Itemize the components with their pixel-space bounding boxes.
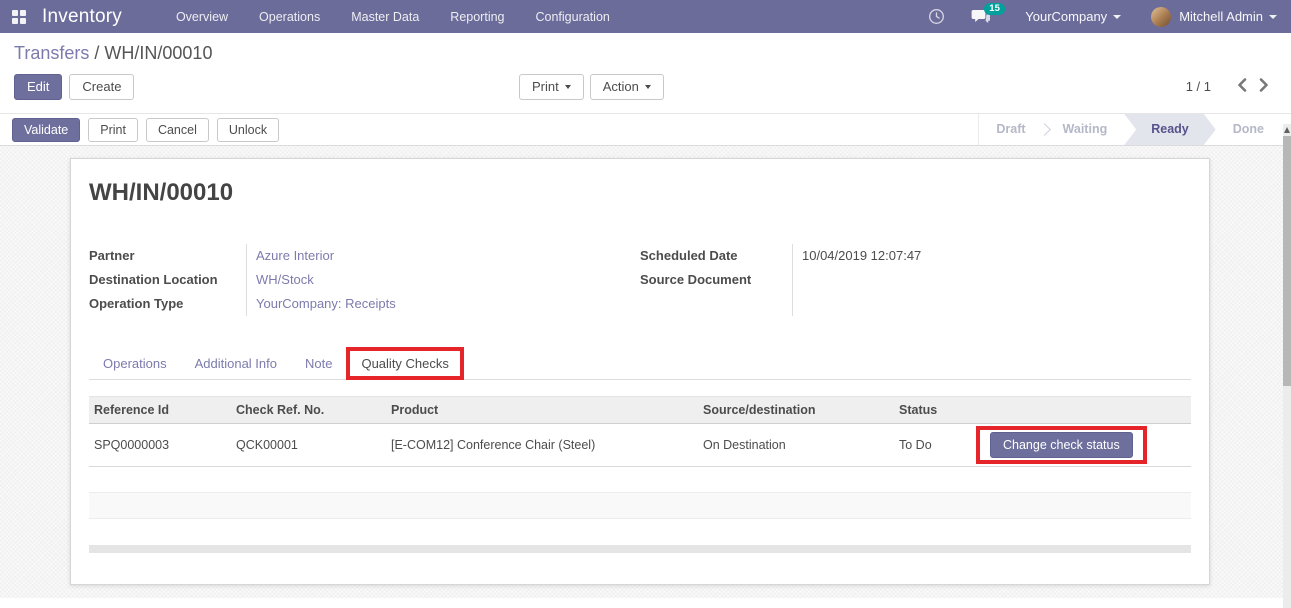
- breadcrumb-transfers-link[interactable]: Transfers: [14, 43, 89, 63]
- validate-button[interactable]: Validate: [12, 118, 80, 142]
- user-avatar[interactable]: [1151, 7, 1171, 27]
- empty-table-row: [89, 519, 1191, 545]
- edit-button[interactable]: Edit: [14, 74, 62, 100]
- user-menu[interactable]: Mitchell Admin: [1179, 9, 1277, 24]
- pager-next-icon[interactable]: [1253, 76, 1275, 97]
- column-reference-id[interactable]: Reference Id: [89, 397, 231, 424]
- cancel-button[interactable]: Cancel: [146, 118, 209, 142]
- cell-check-ref-no: QCK00001: [231, 424, 386, 467]
- status-step-ready[interactable]: Ready: [1124, 114, 1216, 145]
- create-button[interactable]: Create: [69, 74, 134, 100]
- user-name: Mitchell Admin: [1179, 9, 1263, 24]
- destination-location-label: Destination Location: [89, 268, 246, 292]
- nav-item-master-data[interactable]: Master Data: [351, 10, 419, 24]
- empty-table-row: [89, 467, 1191, 493]
- column-actions: [981, 397, 1191, 424]
- source-document-value: [802, 268, 1191, 292]
- partner-label: Partner: [89, 244, 246, 268]
- main-menu: Overview Operations Master Data Reportin…: [176, 10, 610, 24]
- print-button[interactable]: Print: [88, 118, 138, 142]
- record-title: WH/IN/00010: [89, 179, 1191, 207]
- change-check-status-button[interactable]: Change check status: [990, 432, 1133, 458]
- status-step-draft[interactable]: Draft: [979, 114, 1042, 145]
- destination-location-value-link[interactable]: WH/Stock: [256, 272, 314, 287]
- scrollbar-thumb[interactable]: [1283, 136, 1291, 386]
- breadcrumb-current: WH/IN/00010: [104, 43, 212, 63]
- chevron-down-icon: [645, 85, 651, 89]
- column-product[interactable]: Product: [386, 397, 698, 424]
- content-area: WH/IN/00010 Partner Destination Location…: [0, 146, 1291, 598]
- scrollbar-up-arrow-icon[interactable]: [1284, 127, 1290, 133]
- nav-item-operations[interactable]: Operations: [259, 10, 320, 24]
- scheduled-date-value: 10/04/2019 12:07:47: [802, 244, 1191, 268]
- status-pipeline: Draft Waiting Ready Done: [978, 114, 1291, 145]
- column-status[interactable]: Status: [894, 397, 981, 424]
- print-dropdown-button[interactable]: Print: [519, 74, 584, 100]
- tab-additional-info[interactable]: Additional Info: [181, 348, 291, 379]
- notebook-tabs: Operations Additional Info Note Quality …: [89, 347, 1191, 380]
- unlock-button[interactable]: Unlock: [217, 118, 279, 142]
- tab-quality-checks[interactable]: Quality Checks: [346, 347, 463, 380]
- control-panel: Transfers / WH/IN/00010 Edit Create Prin…: [0, 33, 1291, 113]
- pager: 1 / 1: [1186, 76, 1275, 97]
- status-step-done[interactable]: Done: [1216, 114, 1281, 145]
- company-name: YourCompany: [1025, 9, 1107, 24]
- pager-previous-icon[interactable]: [1231, 76, 1253, 97]
- page-scrollbar[interactable]: [1283, 124, 1291, 608]
- cell-status: To Do: [894, 424, 981, 467]
- operation-type-value-link[interactable]: YourCompany: Receipts: [256, 296, 396, 311]
- chevron-down-icon: [1269, 15, 1277, 19]
- pager-value: 1 / 1: [1186, 79, 1211, 94]
- nav-item-overview[interactable]: Overview: [176, 10, 228, 24]
- chevron-down-icon: [1113, 15, 1121, 19]
- apps-menu-icon[interactable]: [12, 10, 26, 24]
- breadcrumb-separator: /: [94, 43, 99, 63]
- form-group-right: Scheduled Date Source Document 10/04/201…: [640, 244, 1191, 316]
- list-footer-bar: [89, 545, 1191, 553]
- form-group-left: Partner Destination Location Operation T…: [89, 244, 640, 316]
- nav-item-configuration[interactable]: Configuration: [536, 10, 610, 24]
- highlight-box: Change check status: [976, 426, 1147, 464]
- top-navbar: Inventory Overview Operations Master Dat…: [0, 0, 1291, 33]
- action-dropdown-button[interactable]: Action: [590, 74, 664, 100]
- column-check-ref-no[interactable]: Check Ref. No.: [231, 397, 386, 424]
- empty-table-row: [89, 493, 1191, 519]
- messages-icon[interactable]: 15: [971, 9, 991, 25]
- tab-operations[interactable]: Operations: [89, 348, 181, 379]
- quality-checks-table: Reference Id Check Ref. No. Product Sour…: [89, 396, 1191, 545]
- partner-value-link[interactable]: Azure Interior: [256, 248, 334, 263]
- column-source-destination[interactable]: Source/destination: [698, 397, 894, 424]
- company-switcher[interactable]: YourCompany: [1025, 9, 1121, 24]
- form-sheet: WH/IN/00010 Partner Destination Location…: [70, 158, 1210, 585]
- table-header-row: Reference Id Check Ref. No. Product Sour…: [89, 397, 1191, 424]
- message-count-badge: 15: [984, 3, 1005, 15]
- table-row[interactable]: SPQ0000003 QCK00001 [E-COM12] Conference…: [89, 424, 1191, 467]
- app-name[interactable]: Inventory: [42, 6, 122, 28]
- scheduled-date-label: Scheduled Date: [640, 244, 792, 268]
- cell-reference-id: SPQ0000003: [89, 424, 231, 467]
- statusbar: Validate Print Cancel Unlock Draft Waiti…: [0, 113, 1291, 146]
- source-document-label: Source Document: [640, 268, 792, 292]
- nav-item-reporting[interactable]: Reporting: [450, 10, 504, 24]
- breadcrumb: Transfers / WH/IN/00010: [14, 43, 1275, 64]
- activities-clock-icon[interactable]: [928, 8, 945, 25]
- operation-type-label: Operation Type: [89, 292, 246, 316]
- cell-source-destination: On Destination: [698, 424, 894, 467]
- cell-product: [E-COM12] Conference Chair (Steel): [386, 424, 698, 467]
- status-step-waiting[interactable]: Waiting: [1046, 114, 1125, 145]
- tab-note[interactable]: Note: [291, 348, 346, 379]
- chevron-down-icon: [565, 85, 571, 89]
